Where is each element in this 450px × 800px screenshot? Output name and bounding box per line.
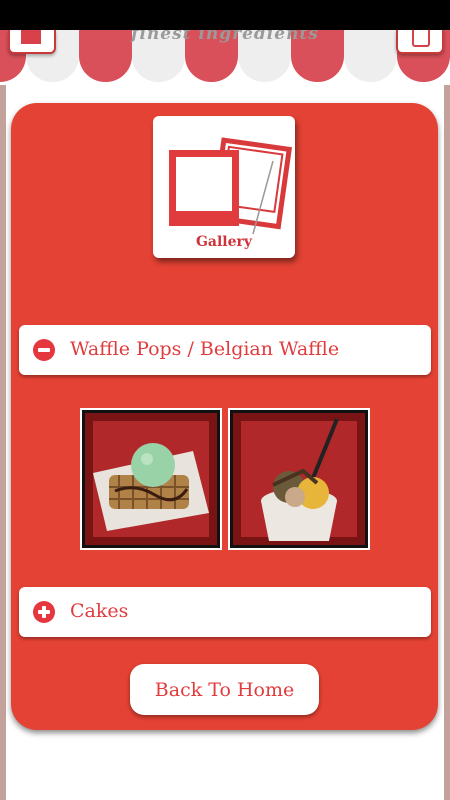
photo-waffle xyxy=(85,413,217,545)
home-icon xyxy=(21,30,41,44)
accordion-title: Waffle Pops / Belgian Waffle xyxy=(70,338,340,360)
gallery-photo[interactable] xyxy=(80,408,222,550)
gallery-photo[interactable] xyxy=(228,408,370,550)
awning-header: finest ingredients xyxy=(0,30,450,85)
accordion-waffle[interactable]: Waffle Pops / Belgian Waffle xyxy=(19,325,431,375)
left-rail xyxy=(0,85,6,800)
accordion-cakes[interactable]: Cakes xyxy=(19,587,431,637)
photo-cup xyxy=(233,413,365,545)
plus-icon xyxy=(33,601,55,623)
minus-icon xyxy=(33,339,55,361)
home-nav-button[interactable] xyxy=(8,30,56,54)
status-bar xyxy=(0,0,450,30)
gallery-label: Gallery xyxy=(195,234,253,250)
accordion-title: Cakes xyxy=(70,600,129,622)
phone-icon xyxy=(412,30,430,47)
header-tagline: finest ingredients xyxy=(131,30,319,44)
call-button[interactable] xyxy=(396,30,444,54)
gallery-tile[interactable]: Gallery xyxy=(153,116,295,258)
right-rail xyxy=(444,85,450,800)
awning-stripe xyxy=(344,30,397,82)
back-to-home-button[interactable]: Back To Home xyxy=(130,664,319,715)
